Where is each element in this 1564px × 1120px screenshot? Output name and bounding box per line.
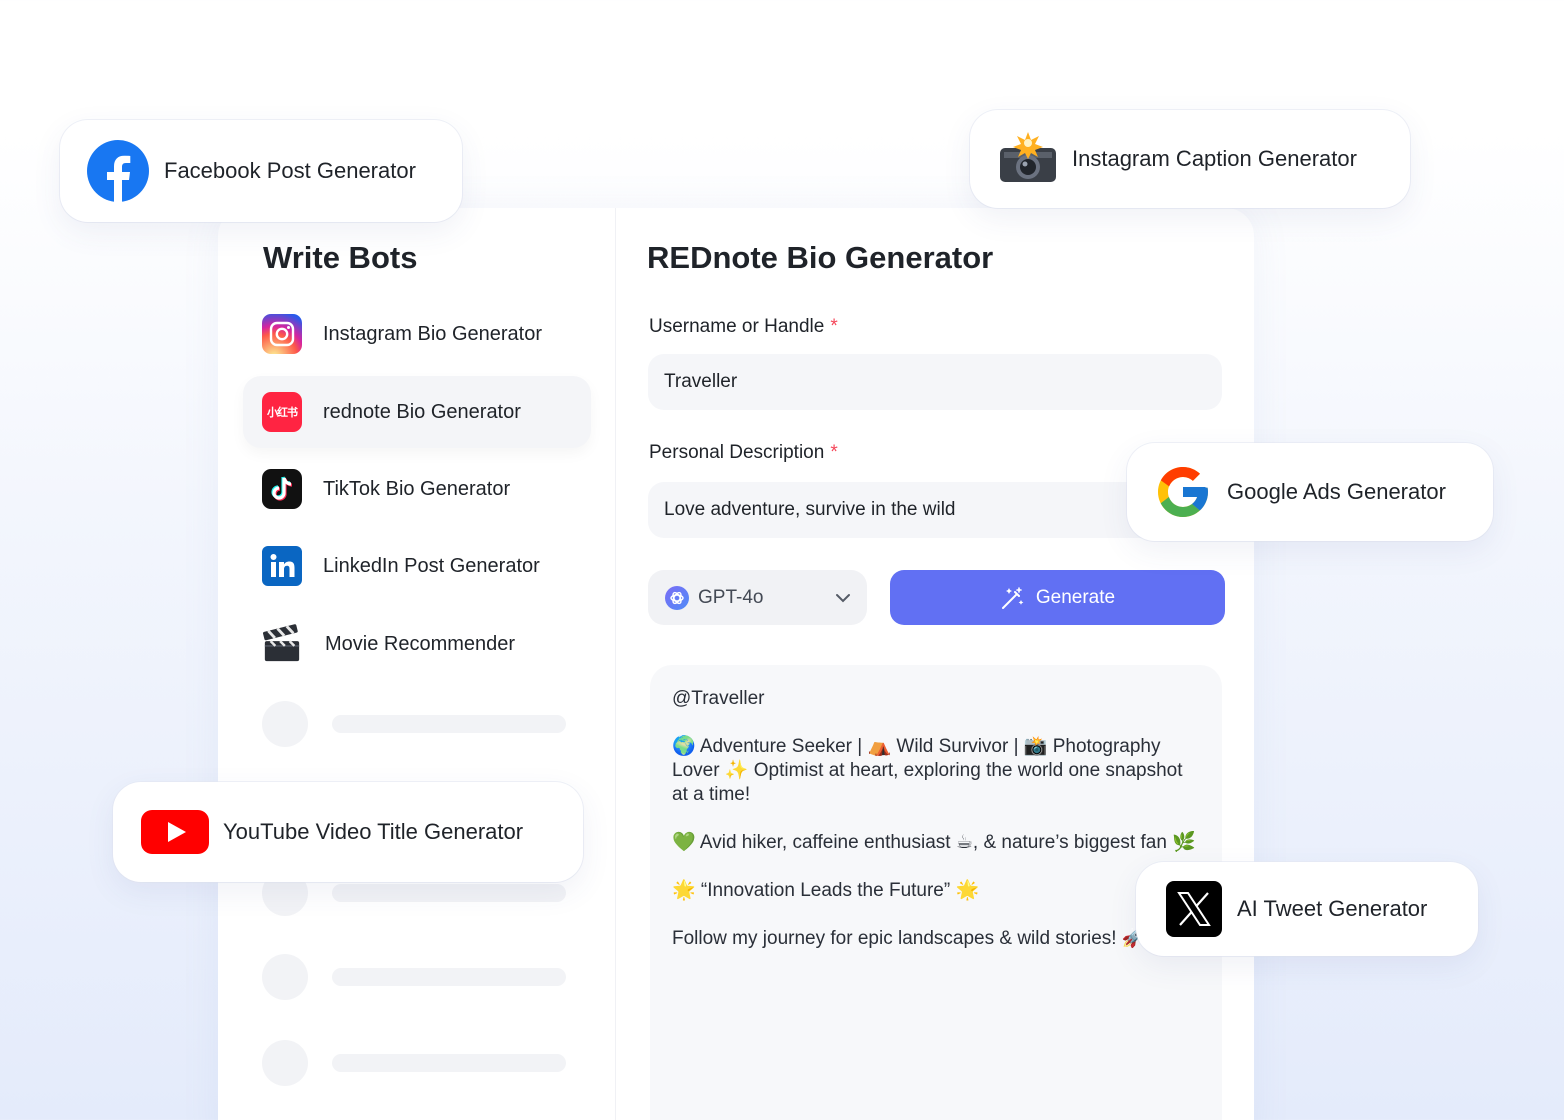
- sidebar-title: Write Bots: [263, 240, 418, 275]
- instagram-caption-card-label: Instagram Caption Generator: [1072, 146, 1357, 171]
- output-line: Follow my journey for epic landscapes & …: [672, 928, 1170, 949]
- facebook-icon: [87, 140, 149, 202]
- output-line: @Traveller: [672, 688, 765, 709]
- clapperboard-icon: [262, 624, 302, 664]
- instagram-icon: [262, 314, 302, 354]
- rednote-icon-text: 小红书: [267, 406, 298, 419]
- ai-tweet-generator-card[interactable]: AI Tweet Generator: [1136, 862, 1478, 956]
- model-value: GPT-4o: [698, 586, 764, 608]
- facebook-card-label: Facebook Post Generator: [164, 158, 416, 183]
- skeleton-item: [262, 701, 566, 747]
- generate-button[interactable]: Generate: [890, 570, 1225, 625]
- youtube-card-label: YouTube Video Title Generator: [223, 819, 524, 844]
- required-mark: *: [830, 316, 838, 337]
- sidebar-item-label: LinkedIn Post Generator: [323, 554, 540, 577]
- camera-flash-icon: [1000, 132, 1056, 182]
- rednote-icon: 小红书: [262, 392, 302, 432]
- required-mark: *: [830, 442, 838, 463]
- description-label-text: Personal Description: [649, 442, 825, 463]
- output-line: 🌟 “Innovation Leads the Future” 🌟: [672, 880, 980, 901]
- username-value: Traveller: [664, 371, 738, 392]
- sidebar-item-instagram-bio[interactable]: Instagram Bio Generator: [243, 298, 591, 370]
- sidebar-item-label: Instagram Bio Generator: [323, 322, 542, 345]
- sidebar-item-tiktok-bio[interactable]: TikTok Bio Generator: [243, 453, 591, 525]
- youtube-video-title-generator-card[interactable]: YouTube Video Title Generator: [113, 782, 583, 882]
- description-label: Personal Description *: [649, 442, 838, 464]
- sidebar-item-label: rednote Bio Generator: [323, 400, 521, 423]
- sidebar-item-label: Movie Recommender: [325, 632, 516, 655]
- description-value: Love adventure, survive in the wild: [664, 499, 956, 520]
- sidebar-item-label: TikTok Bio Generator: [323, 477, 511, 500]
- sidebar-item-linkedin-post[interactable]: LinkedIn Post Generator: [243, 530, 591, 602]
- skeleton-item: [262, 1040, 566, 1086]
- skeleton-item: [262, 954, 566, 1000]
- sidebar-item-rednote-bio[interactable]: 小红书 rednote Bio Generator: [243, 376, 591, 448]
- chevron-down-icon: [836, 594, 850, 603]
- output-line: 🌍 Adventure Seeker | ⛺ Wild Survivor | 📸…: [672, 736, 1183, 805]
- youtube-icon: [141, 810, 209, 854]
- model-select[interactable]: GPT-4o: [648, 570, 867, 625]
- generate-label: Generate: [1035, 586, 1116, 608]
- linkedin-icon: [262, 546, 302, 586]
- page-title: REDnote Bio Generator: [647, 240, 994, 275]
- username-input[interactable]: Traveller: [648, 354, 1222, 410]
- username-label: Username or Handle *: [649, 316, 838, 338]
- tiktok-icon: [262, 469, 302, 509]
- google-ads-generator-card[interactable]: Google Ads Generator: [1127, 443, 1493, 541]
- x-twitter-icon: [1166, 881, 1222, 937]
- openai-icon: [665, 585, 689, 610]
- google-icon: [1158, 467, 1208, 517]
- google-ads-card-label: Google Ads Generator: [1227, 479, 1446, 504]
- username-label-text: Username or Handle: [649, 316, 825, 337]
- instagram-caption-generator-card[interactable]: Instagram Caption Generator: [970, 110, 1410, 208]
- sidebar-item-movie-recommender[interactable]: Movie Recommender: [243, 608, 591, 680]
- magic-wand-icon: [1001, 586, 1024, 609]
- facebook-post-generator-card[interactable]: Facebook Post Generator: [60, 120, 462, 222]
- output-line: 💚 Avid hiker, caffeine enthusiast ☕, & n…: [672, 832, 1196, 853]
- tweet-card-label: AI Tweet Generator: [1237, 896, 1428, 921]
